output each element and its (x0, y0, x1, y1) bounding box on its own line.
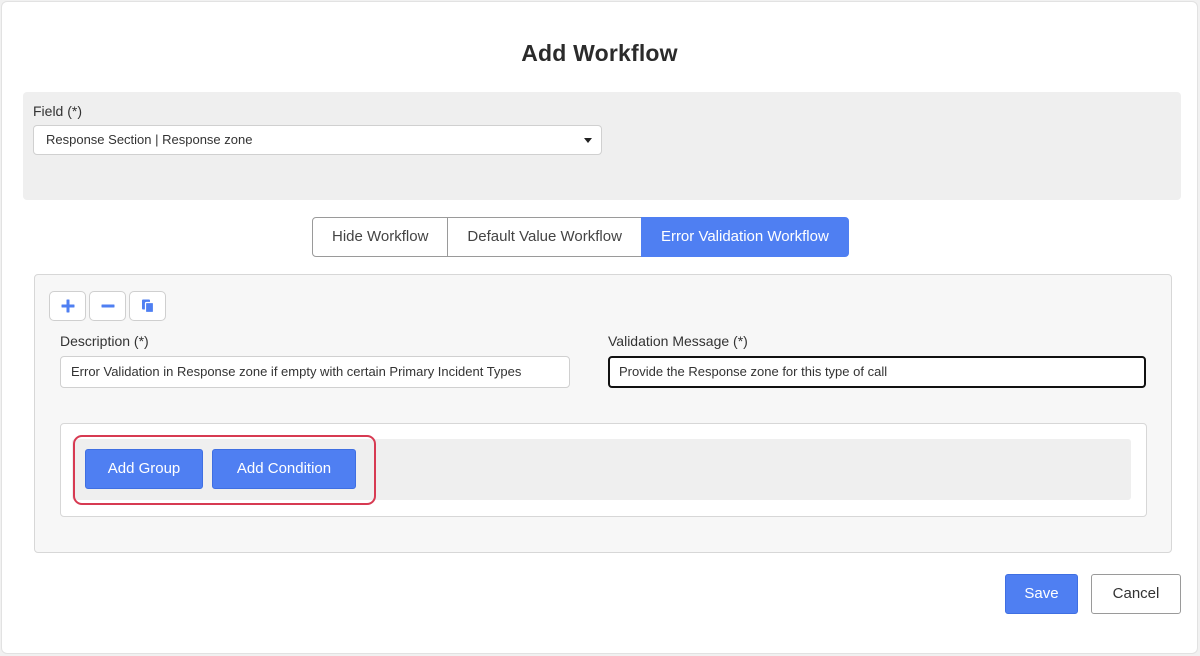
copy-icon (141, 299, 154, 314)
minus-icon (101, 304, 114, 308)
validation-message-input[interactable]: Provide the Response zone for this type … (608, 356, 1146, 388)
cancel-button[interactable]: Cancel (1091, 574, 1181, 614)
caret-down-icon (584, 138, 592, 143)
tab-hide-workflow[interactable]: Hide Workflow (312, 217, 449, 257)
field-label: Field (*) (33, 103, 83, 119)
add-workflow-item-button[interactable] (49, 291, 86, 321)
copy-workflow-item-button[interactable] (129, 291, 166, 321)
description-input[interactable]: Error Validation in Response zone if emp… (60, 356, 570, 388)
add-workflow-dialog: Add Workflow Field (*) Response Section … (1, 1, 1198, 654)
remove-workflow-item-button[interactable] (89, 291, 126, 321)
field-select-value: Response Section | Response zone (46, 132, 253, 147)
validation-message-label: Validation Message (*) (608, 333, 748, 349)
description-label: Description (*) (60, 333, 149, 349)
highlight-box (73, 435, 376, 505)
workflow-panel: Description (*) Validation Message (*) E… (34, 274, 1172, 553)
tab-error-validation-workflow[interactable]: Error Validation Workflow (640, 217, 849, 257)
field-panel: Field (*) Response Section | Response zo… (23, 92, 1181, 200)
save-button[interactable]: Save (1005, 574, 1078, 614)
workflow-tabs: Hide Workflow Default Value Workflow Err… (312, 217, 849, 257)
field-select[interactable]: Response Section | Response zone (33, 125, 602, 155)
tab-default-value-workflow[interactable]: Default Value Workflow (447, 217, 642, 257)
plus-icon (61, 299, 74, 313)
dialog-title: Add Workflow (521, 40, 678, 66)
